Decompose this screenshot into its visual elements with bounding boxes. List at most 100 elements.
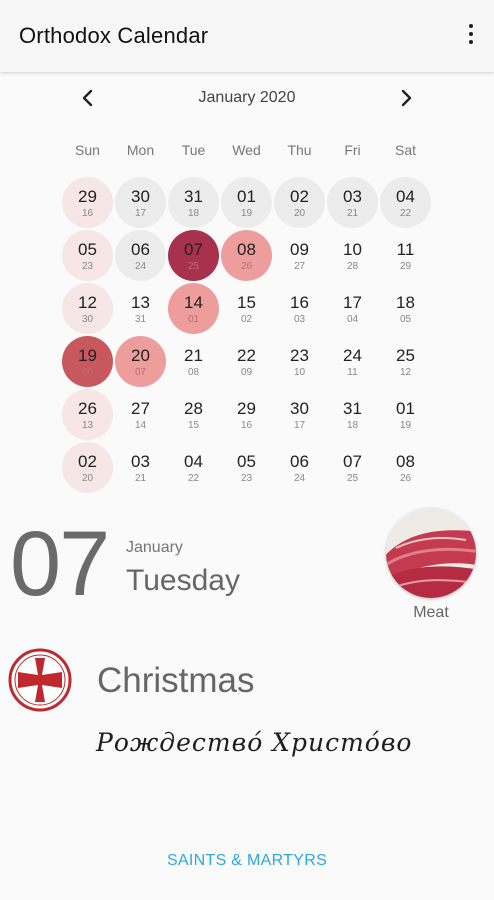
julian-day-number: 19 [240,208,253,219]
julian-day-number: 31 [134,314,147,325]
calendar-day[interactable]: 19 06 [61,335,114,388]
day-number: 28 [184,399,203,418]
calendar-day[interactable]: 01 19 [379,388,432,441]
julian-day-number: 18 [346,420,359,431]
julian-day-number: 02 [240,314,253,325]
julian-day-number: 23 [81,261,94,272]
day-number: 07 [184,240,203,259]
day-number: 06 [131,240,150,259]
calendar-day[interactable]: 04 22 [167,441,220,494]
overflow-menu-icon[interactable] [466,24,476,48]
calendar-day[interactable]: 29 16 [220,388,273,441]
weekday-label: Sun [75,142,100,158]
calendar-day[interactable]: 02 20 [273,176,326,229]
weekday-label: Thu [287,142,312,158]
julian-day-number: 20 [81,473,94,484]
calendar-day[interactable]: 29 16 [61,176,114,229]
calendar-day[interactable]: 01 19 [220,176,273,229]
julian-day-number: 22 [399,208,412,219]
weekday-label: Sat [394,142,416,158]
day-number: 15 [237,293,256,312]
calendar-day[interactable]: 27 14 [114,388,167,441]
calendar-day[interactable]: 08 26 [220,229,273,282]
calendar-day[interactable]: 31 18 [167,176,220,229]
day-number: 22 [237,346,256,365]
day-number: 23 [290,346,309,365]
calendar-day[interactable]: 30 17 [114,176,167,229]
calendar-day[interactable]: 28 15 [167,388,220,441]
julian-day-number: 04 [346,314,359,325]
julian-day-number: 18 [187,208,200,219]
calendar-day[interactable]: 26 13 [61,388,114,441]
julian-day-number: 16 [240,420,253,431]
calendar-day[interactable]: 02 20 [61,441,114,494]
calendar-day[interactable]: 18 05 [379,282,432,335]
day-number: 19 [78,346,97,365]
day-number: 05 [78,240,97,259]
calendar-day[interactable]: 09 27 [273,229,326,282]
day-number: 04 [184,452,203,471]
julian-day-number: 15 [187,420,200,431]
julian-day-number: 07 [134,367,147,378]
julian-day-number: 25 [346,473,359,484]
julian-day-number: 12 [399,367,412,378]
day-number: 08 [396,452,415,471]
calendar-day[interactable]: 25 12 [379,335,432,388]
day-number: 17 [343,293,362,312]
calendar-day[interactable]: 16 03 [273,282,326,335]
calendar-day[interactable]: 21 08 [167,335,220,388]
calendar-day[interactable]: 17 04 [326,282,379,335]
month-navigator: January 2020 [0,84,494,112]
calendar-day[interactable]: 10 28 [326,229,379,282]
fasting-label: Meat [413,604,449,621]
calendar-day[interactable]: 05 23 [61,229,114,282]
day-number: 07 [343,452,362,471]
calendar-day[interactable]: 20 07 [114,335,167,388]
calendar-day[interactable]: 07 25 [167,229,220,282]
julian-day-number: 23 [240,473,253,484]
day-number: 01 [396,399,415,418]
julian-day-number: 14 [134,420,147,431]
feast-slavonic-title: Рождество́ Христо́во [96,728,413,757]
calendar-day[interactable]: 03 21 [114,441,167,494]
weekday-label: Fri [344,142,361,158]
calendar-day[interactable]: 03 21 [326,176,379,229]
saints-martyrs-button[interactable]: SAINTS & MARTYRS [0,852,494,870]
calendar-day[interactable]: 30 17 [273,388,326,441]
calendar-day[interactable]: 22 09 [220,335,273,388]
calendar-day[interactable]: 06 24 [273,441,326,494]
day-number: 24 [343,346,362,365]
calendar-day[interactable]: 08 26 [379,441,432,494]
julian-day-number: 24 [134,261,147,272]
calendar-day[interactable]: 04 22 [379,176,432,229]
day-number: 14 [184,293,203,312]
calendar-day[interactable]: 07 25 [326,441,379,494]
julian-day-number: 03 [293,314,306,325]
calendar-day[interactable]: 24 11 [326,335,379,388]
julian-day-number: 17 [134,208,147,219]
julian-day-number: 24 [293,473,306,484]
day-number: 31 [343,399,362,418]
calendar-day[interactable]: 13 31 [114,282,167,335]
day-number: 27 [131,399,150,418]
calendar-day[interactable]: 12 30 [61,282,114,335]
next-month-button[interactable] [392,84,420,112]
day-number: 31 [184,187,203,206]
calendar-day[interactable]: 14 01 [167,282,220,335]
calendar-day[interactable]: 06 24 [114,229,167,282]
julian-day-number: 13 [81,420,94,431]
julian-day-number: 27 [293,261,306,272]
day-number: 30 [131,187,150,206]
calendar-day[interactable]: 05 23 [220,441,273,494]
feast-title: Christmas [97,661,255,700]
calendar-day[interactable]: 15 02 [220,282,273,335]
day-number: 25 [396,346,415,365]
calendar-day[interactable]: 23 10 [273,335,326,388]
calendar-day[interactable]: 31 18 [326,388,379,441]
day-number: 02 [78,452,97,471]
day-number: 10 [343,240,362,259]
calendar-day[interactable]: 11 29 [379,229,432,282]
julian-day-number: 10 [293,367,306,378]
meat-image[interactable] [386,508,476,598]
app-title: Orthodox Calendar [19,23,209,48]
